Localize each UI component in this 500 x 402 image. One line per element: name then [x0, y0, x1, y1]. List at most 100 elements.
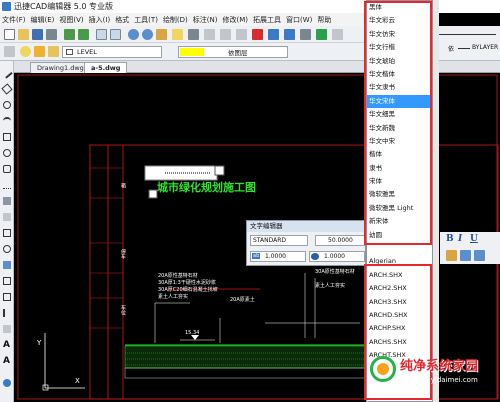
dropdown-scrollbar[interactable] — [433, 0, 439, 402]
underline-button[interactable]: U — [470, 234, 478, 244]
copy-icon[interactable] — [96, 29, 107, 40]
font-option-selected[interactable]: 华文宋体 — [367, 94, 432, 109]
font-option[interactable]: 华文行楷 — [367, 41, 432, 54]
ellipse-icon[interactable] — [3, 149, 11, 157]
font-option[interactable]: 宋体 — [367, 175, 432, 188]
hand-icon[interactable] — [172, 29, 183, 40]
delete-icon[interactable] — [252, 29, 263, 40]
zoom-window-icon[interactable] — [142, 29, 153, 40]
paste-icon[interactable] — [110, 29, 121, 40]
font-option[interactable]: 微软雅黑 Light — [367, 202, 432, 215]
insert-icon[interactable] — [284, 29, 295, 40]
drawing-title-text[interactable]: 城市绿化规划施工图 — [157, 179, 256, 195]
open-icon[interactable] — [18, 29, 29, 40]
layer-manager-icon[interactable] — [300, 29, 311, 40]
font-option[interactable]: 华文细黑 — [367, 108, 432, 121]
region-icon[interactable] — [3, 229, 11, 237]
font-option[interactable]: 华文新魏 — [367, 122, 432, 135]
polyline-icon[interactable] — [1, 83, 13, 95]
align-left-icon[interactable] — [446, 250, 457, 261]
circle-icon[interactable] — [3, 101, 11, 109]
text-style-select[interactable]: STANDARD — [250, 235, 308, 246]
zoom-icon[interactable] — [128, 29, 139, 40]
font-option[interactable]: 幼圆 — [367, 229, 432, 242]
point-icon[interactable] — [3, 277, 11, 285]
font-option[interactable]: 华文仿宋 — [367, 28, 432, 41]
refresh-icon[interactable] — [3, 379, 11, 387]
menu-file[interactable]: 文件(F) — [2, 15, 26, 25]
donut-icon[interactable] — [3, 245, 11, 253]
xline-icon[interactable] — [3, 309, 11, 317]
menu-tools[interactable]: 工具(T) — [134, 15, 158, 25]
mtext-icon[interactable]: A — [3, 357, 11, 366]
color-label: 依图层 — [228, 49, 248, 57]
measure-icon[interactable] — [204, 29, 215, 40]
bold-button[interactable]: B — [446, 234, 454, 244]
grid-icon[interactable] — [220, 29, 231, 40]
tab-a5[interactable]: a-5.dwg — [84, 62, 128, 73]
font-option[interactable] — [367, 242, 432, 255]
pan-icon[interactable] — [156, 29, 167, 40]
layer-select[interactable]: LEVEL — [62, 46, 162, 58]
font-dropdown-list[interactable]: 黑体 华文彩云 华文仿宋 华文行楷 华文琥珀 华文楷体 华文隶书 华文宋体 华文… — [366, 0, 433, 402]
undo-icon[interactable] — [64, 29, 75, 40]
snap-icon[interactable] — [236, 29, 247, 40]
menu-draw[interactable]: 绘制(D) — [163, 15, 188, 25]
menu-help[interactable]: 帮助 — [317, 15, 331, 25]
font-option[interactable]: 华文琥珀 — [367, 55, 432, 68]
table-icon[interactable] — [3, 261, 11, 269]
font-option[interactable]: 华文彩云 — [367, 14, 432, 27]
menu-modify[interactable]: 修改(M) — [223, 15, 249, 25]
text-icon[interactable]: A — [3, 341, 11, 350]
font-option[interactable]: ARCH2.SHX — [367, 282, 432, 295]
align-right-icon[interactable] — [474, 250, 485, 261]
menu-format[interactable]: 格式 — [115, 15, 129, 25]
font-option[interactable]: 黑体 — [367, 1, 432, 14]
polygon-icon[interactable] — [3, 165, 11, 173]
redo-icon[interactable] — [78, 29, 89, 40]
hatch-icon[interactable] — [3, 197, 11, 205]
wipeout-icon[interactable] — [3, 325, 11, 333]
italic-button[interactable]: I — [458, 234, 462, 244]
font-option[interactable]: ARCH3.SHX — [367, 296, 432, 309]
standard-toolbar — [0, 26, 370, 43]
arc-icon[interactable] — [3, 117, 11, 125]
text-height-input[interactable]: 50.0000 — [315, 235, 365, 246]
align-center-icon[interactable] — [460, 250, 471, 261]
sun-icon[interactable] — [34, 46, 45, 57]
settings-icon[interactable] — [332, 29, 343, 40]
properties-icon[interactable] — [188, 29, 199, 40]
menu-dimension[interactable]: 标注(N) — [193, 15, 218, 25]
menu-extend-tools[interactable]: 拓展工具 — [253, 15, 281, 25]
font-option[interactable]: 华文楷体 — [367, 68, 432, 81]
font-option[interactable]: ARCHS.SHX — [367, 336, 432, 349]
match-icon[interactable] — [316, 29, 327, 40]
font-option[interactable]: 微软雅黑 — [367, 188, 432, 201]
bulb-icon[interactable] — [20, 46, 31, 57]
rectangle-icon[interactable] — [3, 133, 11, 141]
save-icon[interactable] — [32, 29, 43, 40]
spline-icon[interactable] — [3, 181, 11, 189]
new-icon[interactable] — [4, 29, 15, 40]
boundary-icon[interactable] — [3, 293, 11, 301]
font-option[interactable]: 楷体 — [367, 148, 432, 161]
font-option[interactable]: 华文中宋 — [367, 135, 432, 148]
font-option[interactable]: 隶书 — [367, 162, 432, 175]
block-icon[interactable] — [268, 29, 279, 40]
font-option[interactable]: Algerian — [367, 255, 432, 268]
menu-window[interactable]: 窗口(W) — [286, 15, 312, 25]
font-option[interactable]: ARCHD.SHX — [367, 309, 432, 322]
layer-properties-icon[interactable] — [4, 46, 15, 57]
menu-edit[interactable]: 编辑(E) — [31, 15, 55, 25]
font-option[interactable]: 华文隶书 — [367, 81, 432, 94]
font-option[interactable]: 新宋体 — [367, 215, 432, 228]
tab-drawing1[interactable]: Drawing1.dwg — [30, 62, 91, 73]
line-icon[interactable] — [1, 67, 13, 79]
font-option[interactable]: ARCH.SHX — [367, 269, 432, 282]
menu-insert[interactable]: 插入(I) — [89, 15, 111, 25]
menu-view[interactable]: 视图(V) — [59, 15, 83, 25]
print-icon[interactable] — [46, 29, 57, 40]
lock-icon[interactable] — [48, 46, 59, 57]
font-option[interactable]: ARCHP.SHX — [367, 322, 432, 335]
block-insert-icon[interactable] — [3, 213, 11, 221]
